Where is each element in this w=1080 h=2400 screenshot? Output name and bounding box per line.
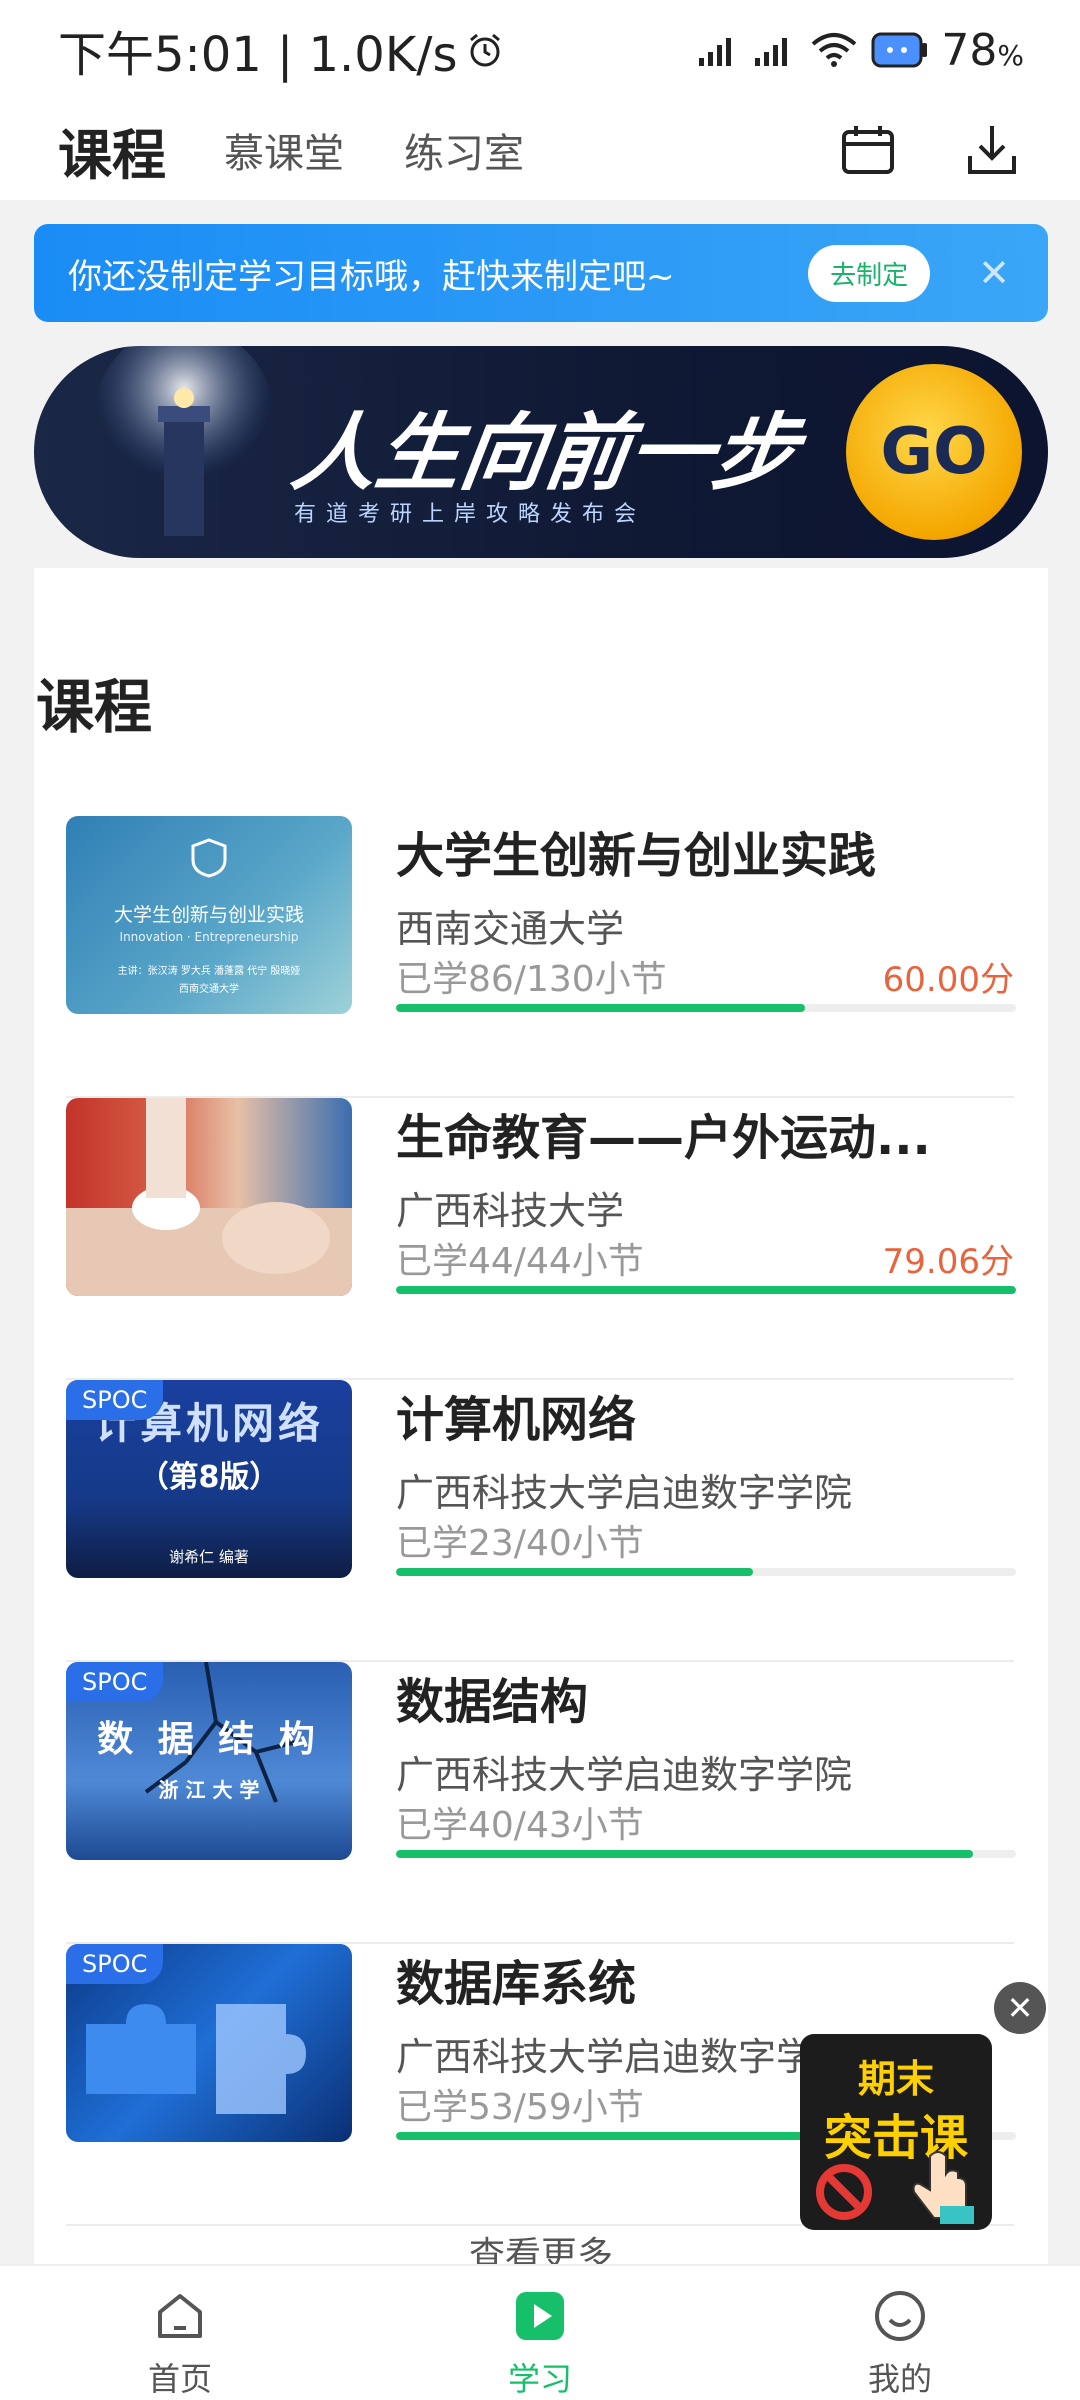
progress-fill xyxy=(396,1850,973,1858)
course-item[interactable]: 生命教育——户外运动... 广西科技大学 已学44/44小节 79.06分 xyxy=(66,1098,1016,1380)
status-time: 下午5:01 | 1.0K/s xyxy=(58,27,458,83)
promo-headline: 人生向前一步 xyxy=(286,403,805,502)
course-progress: 已学40/43小节 xyxy=(396,1805,644,1846)
course-thumbnail xyxy=(66,1098,352,1296)
goal-text: 你还没制定学习目标哦，赶快来制定吧~ xyxy=(68,256,675,297)
tab-courses[interactable]: 课程 xyxy=(58,111,166,190)
battery-icon xyxy=(871,32,928,68)
tab-me[interactable]: 我的 xyxy=(720,2266,1080,2400)
course-thumbnail: 数 据 结 构 浙 江 大 学 SPOC xyxy=(66,1662,352,1860)
battery-unit: % xyxy=(997,38,1024,72)
status-icons: 78% xyxy=(697,25,1024,76)
course-title: 生命教育——户外运动... xyxy=(396,1110,931,1166)
battery-value: 78 xyxy=(941,24,998,76)
progress-bar xyxy=(396,1568,1016,1576)
promo-banner[interactable]: 人生向前一步 有道考研上岸攻略发布会 GO xyxy=(34,346,1048,558)
smile-icon xyxy=(875,2291,925,2341)
spoc-badge: SPOC xyxy=(66,1944,164,1984)
thumb-title: 大学生创新与创业实践 xyxy=(113,904,304,926)
course-item[interactable]: 计算机网络 （第8版） 谢希仁 编著 SPOC 计算机网络 广西科技大学启迪数字… xyxy=(66,1380,1016,1662)
course-item[interactable]: 大学生创新与创业实践 Innovation · Entrepreneurship… xyxy=(66,816,1016,1098)
course-thumbnail: 计算机网络 （第8版） 谢希仁 编著 SPOC xyxy=(66,1380,352,1578)
tab-mooc-classroom[interactable]: 慕课堂 xyxy=(224,121,344,179)
tab-study-label: 学习 xyxy=(507,2360,572,2398)
ad-line1: 期末 xyxy=(857,2057,934,2101)
goal-banner: 你还没制定学习目标哦，赶快来制定吧~ 去制定 ✕ xyxy=(34,224,1048,322)
course-school: 广西科技大学启迪数字学院 xyxy=(396,1753,853,1797)
course-title: 数据结构 xyxy=(396,1674,589,1730)
signal-icon-2 xyxy=(755,38,788,66)
calendar-icon[interactable] xyxy=(838,120,898,180)
cpr-illustration xyxy=(66,1098,352,1296)
course-title: 数据库系统 xyxy=(396,1956,637,2012)
promo-subtitle: 有道考研上岸攻略发布会 xyxy=(294,502,647,527)
wifi-icon xyxy=(812,33,857,67)
tab-home-label: 首页 xyxy=(147,2360,212,2398)
close-float-ad-button[interactable]: ✕ xyxy=(994,1982,1046,2034)
alarm-icon xyxy=(470,33,501,67)
course-progress: 已学53/59小节 xyxy=(396,2087,644,2128)
thumb-author: 谢希仁 编著 xyxy=(169,1548,249,1566)
section-title: 课程 xyxy=(36,673,153,741)
course-school: 广西科技大学启迪数字学院 xyxy=(396,2035,853,2079)
progress-fill xyxy=(396,1286,1016,1294)
course-thumbnail: 大学生创新与创业实践 Innovation · Entrepreneurship… xyxy=(66,816,352,1014)
thumb-edition: （第8版） xyxy=(138,1460,280,1495)
progress-bar xyxy=(396,1850,1016,1858)
nav-actions xyxy=(838,120,1022,180)
course-item[interactable]: 数 据 结 构 浙 江 大 学 SPOC 数据结构 广西科技大学启迪数字学院 已… xyxy=(66,1662,1016,1944)
course-title: 大学生创新与创业实践 xyxy=(396,828,877,884)
status-bar: 下午5:01 | 1.0K/s 78% xyxy=(0,0,1080,100)
home-icon xyxy=(158,2294,202,2338)
lighthouse-icon xyxy=(94,346,274,536)
download-icon[interactable] xyxy=(962,120,1022,180)
tab-me-label: 我的 xyxy=(867,2360,932,2398)
spoc-badge: SPOC xyxy=(66,1380,164,1420)
tab-study[interactable]: 学习 xyxy=(360,2266,720,2400)
top-nav: 课程 慕课堂 练习室 xyxy=(0,100,1080,200)
course-thumbnail: SPOC xyxy=(66,1944,352,2142)
battery-percent: 78% xyxy=(941,25,1024,76)
spoc-badge: SPOC xyxy=(66,1662,164,1702)
course-school: 广西科技大学 xyxy=(396,1189,625,1233)
school-logo-icon xyxy=(191,838,227,878)
progress-fill xyxy=(396,1568,753,1576)
app-screen: 下午5:01 | 1.0K/s 78% 课程 慕课堂 练习室 你还没制定学习目标… xyxy=(0,0,1080,2400)
course-progress: 已学23/40小节 xyxy=(396,1523,644,1564)
course-school: 西南交通大学 xyxy=(396,907,625,951)
tab-practice-room[interactable]: 练习室 xyxy=(404,121,524,179)
prohibited-icon xyxy=(816,2164,872,2220)
hand-pointer-icon xyxy=(912,2151,974,2224)
play-icon xyxy=(516,2292,564,2340)
floating-ad[interactable]: 期末 突击课 xyxy=(800,2034,992,2230)
course-title: 计算机网络 xyxy=(396,1392,637,1448)
courses-card: 课程 大学生创新与创业实践 Innovation · Entrepreneurs… xyxy=(34,568,1048,2276)
course-progress: 已学44/44小节 xyxy=(396,1241,644,1282)
signal-icon xyxy=(699,38,732,66)
progress-bar xyxy=(396,1286,1016,1294)
set-goal-button[interactable]: 去制定 xyxy=(808,244,931,302)
progress-bar xyxy=(396,1004,1016,1012)
course-score: 60.00分 xyxy=(882,960,1014,1000)
thumb-title: 数 据 结 构 xyxy=(97,1719,321,1760)
course-progress: 已学86/130小节 xyxy=(396,959,667,1000)
thumb-school: 浙 江 大 学 xyxy=(158,1778,260,1802)
tab-home[interactable]: 首页 xyxy=(0,2266,360,2400)
thumb-lecturers: 主讲：张汉涛 罗大兵 潘蓬露 代宁 殷晓娅 xyxy=(117,966,301,977)
thumb-school: 西南交通大学 xyxy=(179,984,239,995)
progress-fill xyxy=(396,1004,806,1012)
go-button[interactable]: GO xyxy=(846,364,1022,540)
thumb-subtitle: Innovation · Entrepreneurship xyxy=(119,930,299,944)
course-school: 广西科技大学启迪数字学院 xyxy=(396,1471,853,1515)
course-score: 79.06分 xyxy=(882,1242,1014,1282)
close-icon[interactable]: ✕ xyxy=(978,251,1010,295)
bottom-tab-bar: 首页 学习 我的 xyxy=(0,2264,1080,2400)
